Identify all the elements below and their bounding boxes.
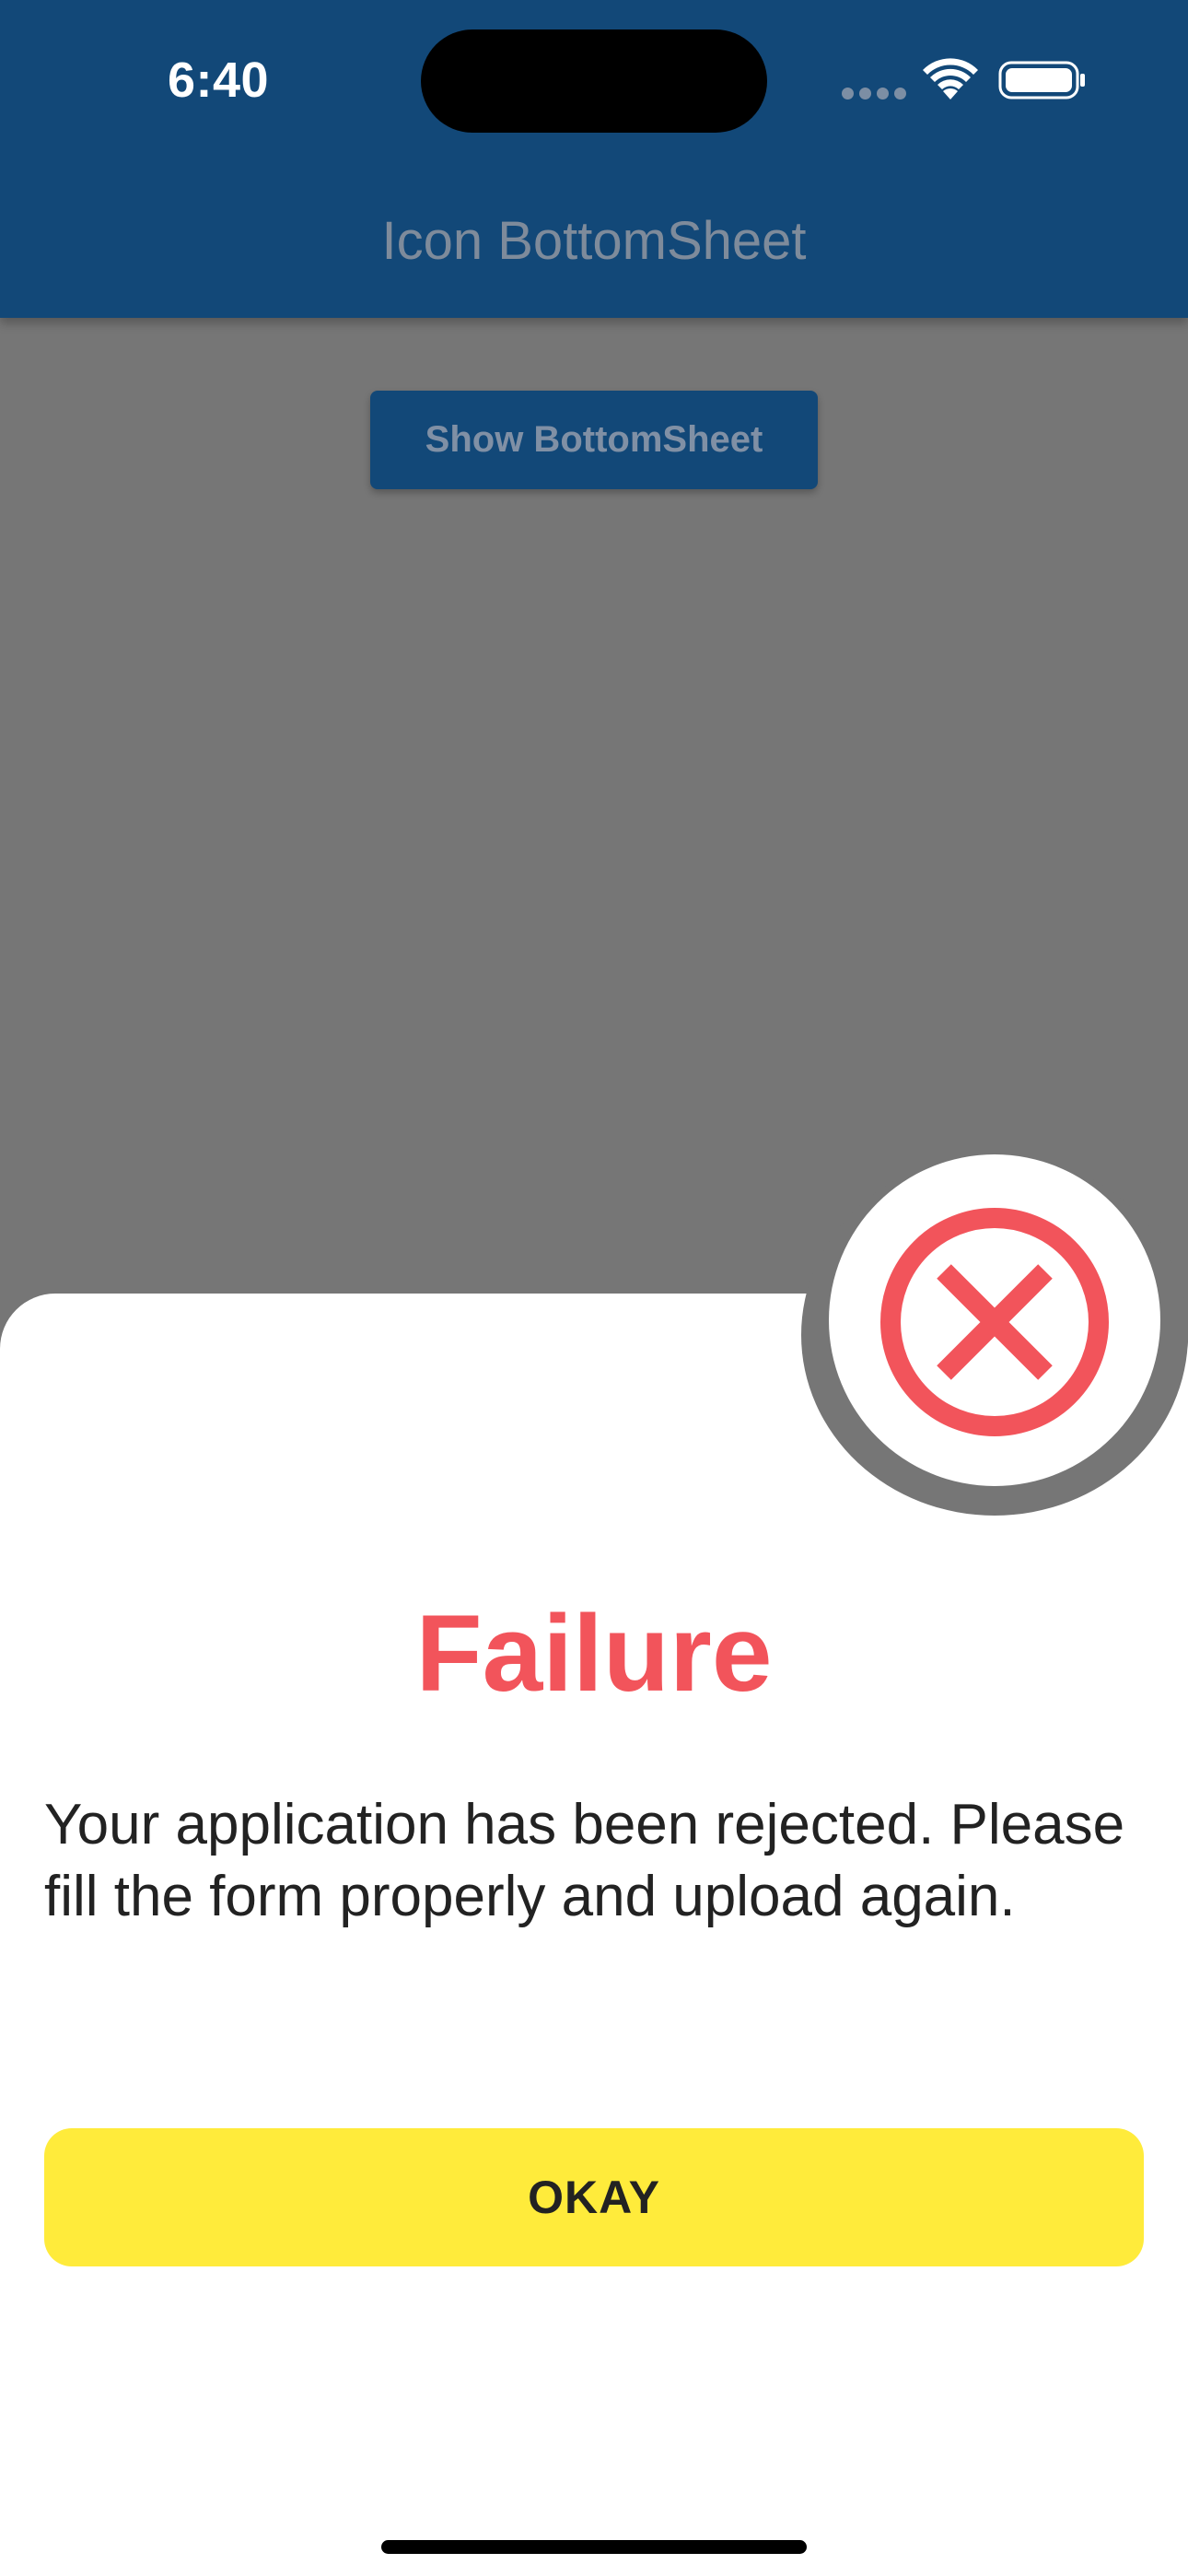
show-bottomsheet-button[interactable]: Show BottomSheet [370,391,818,489]
battery-icon [998,61,1085,100]
signal-dots-icon [842,88,906,100]
close-circle-icon [880,1208,1109,1436]
sheet-message: Your application has been rejected. Plea… [44,1793,1125,1928]
okay-button[interactable]: OKAY [44,2128,1144,2266]
app-bar: 6:40 Icon BottomSheet [0,0,1188,318]
screen: 6:40 Icon BottomSheet Show BottomSheet F… [0,0,1188,2576]
app-bar-title: Icon BottomSheet [381,211,807,271]
home-indicator[interactable] [381,2540,807,2554]
sheet-title: Failure [415,1593,773,1715]
wifi-icon [923,58,978,100]
status-time: 6:40 [168,53,270,108]
dynamic-island [421,29,767,133]
